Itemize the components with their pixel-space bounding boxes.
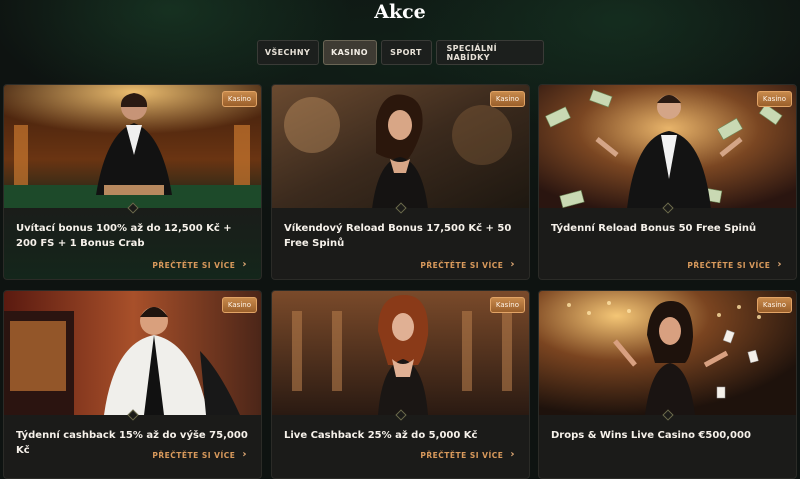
promo-title: Týdenní Reload Bonus 50 Free Spinů	[551, 223, 757, 234]
promo-title: Uvítací bonus 100% až do 12,500 Kč + 200…	[16, 223, 232, 249]
category-badge: Kasino	[756, 91, 792, 107]
tab-all[interactable]: VŠECHNY	[256, 40, 319, 65]
tab-casino[interactable]: KASINO	[322, 40, 377, 65]
promo-card[interactable]: Kasino Uvítací bonus 100% až do 12,500 K…	[3, 84, 262, 280]
chevron-right-icon: ›	[242, 449, 247, 460]
page-title: Akce	[374, 1, 426, 23]
read-more-link[interactable]: PŘEČTĚTE SI VÍCE ›	[420, 450, 515, 460]
promo-card[interactable]: Kasino Týdenní cashback 15% až do výše 7…	[3, 290, 262, 479]
category-badge: Kasino	[221, 297, 257, 313]
read-more-label: PŘEČTĚTE SI VÍCE	[152, 260, 236, 270]
read-more-label: PŘEČTĚTE SI VÍCE	[420, 450, 504, 460]
read-more-label: PŘEČTĚTE SI VÍCE	[420, 260, 504, 270]
read-more-link[interactable]: PŘEČTĚTE SI VÍCE ›	[420, 260, 515, 270]
promotions-grid: Kasino Uvítací bonus 100% až do 12,500 K…	[3, 84, 798, 479]
promo-title: Live Cashback 25% až do 5,000 Kč	[284, 430, 478, 441]
read-more-link[interactable]: PŘEČTĚTE SI VÍCE ›	[152, 450, 247, 460]
promo-card[interactable]: Kasino Týdenní Reload Bonus 50 Free Spin…	[538, 84, 797, 280]
promo-title: Drops & Wins Live Casino €500,000	[551, 430, 751, 441]
chevron-right-icon: ›	[777, 259, 782, 270]
category-tabs: VŠECHNY KASINO SPORT SPECIÁLNÍ NABÍDKY	[0, 40, 800, 65]
category-badge: Kasino	[489, 297, 525, 313]
read-more-link[interactable]: PŘEČTĚTE SI VÍCE ›	[687, 260, 782, 270]
category-badge: Kasino	[756, 297, 792, 313]
promo-card[interactable]: Kasino Víkendový Reload Bonus 17,500 Kč …	[271, 84, 530, 280]
read-more-label: PŘEČTĚTE SI VÍCE	[152, 450, 236, 460]
read-more-label: PŘEČTĚTE SI VÍCE	[687, 260, 771, 270]
category-badge: Kasino	[489, 91, 525, 107]
tab-sport[interactable]: SPORT	[380, 40, 432, 65]
tab-special-offers[interactable]: SPECIÁLNÍ NABÍDKY	[435, 40, 544, 65]
promo-title: Víkendový Reload Bonus 17,500 Kč + 50 Fr…	[284, 223, 512, 249]
chevron-right-icon: ›	[242, 259, 247, 270]
promo-card[interactable]: Kasino Drops & Wins Live Casino €500,000	[538, 290, 797, 479]
chevron-right-icon: ›	[510, 259, 515, 270]
read-more-link[interactable]: PŘEČTĚTE SI VÍCE ›	[152, 260, 247, 270]
promo-card[interactable]: Kasino Live Cashback 25% až do 5,000 Kč …	[271, 290, 530, 479]
chevron-right-icon: ›	[510, 449, 515, 460]
category-badge: Kasino	[221, 91, 257, 107]
